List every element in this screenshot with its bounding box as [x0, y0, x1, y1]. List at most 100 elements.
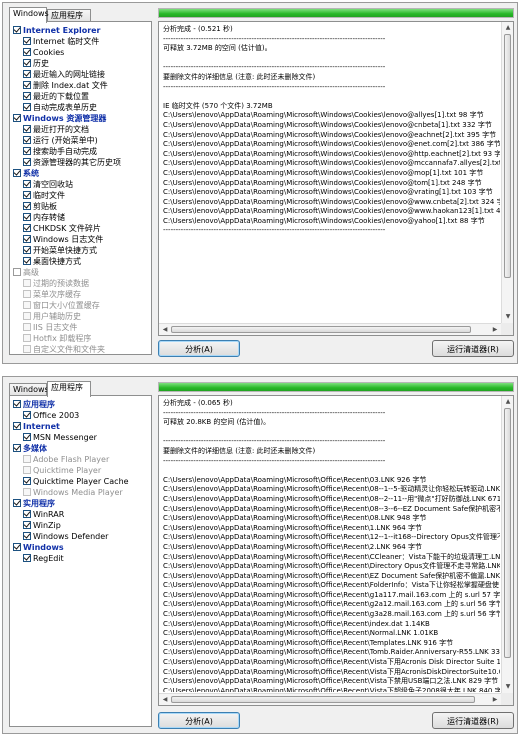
checkbox-checked-icon[interactable] — [23, 433, 31, 441]
scroll-left-icon[interactable]: ◀ — [160, 695, 170, 705]
analyze-button[interactable]: 分析(A) — [158, 712, 240, 729]
checkbox-checked-icon[interactable] — [23, 37, 31, 45]
tab-applications[interactable]: 应用程序 — [47, 381, 91, 397]
tree-option[interactable]: MSN Messenger — [23, 432, 97, 443]
tree-option[interactable]: 内存转储 — [23, 212, 65, 223]
tree-option[interactable]: 桌面快捷方式 — [23, 256, 81, 267]
checkbox-empty-icon[interactable] — [23, 323, 31, 331]
checkbox-checked-icon[interactable] — [23, 81, 31, 89]
scroll-right-icon[interactable]: ▶ — [490, 325, 500, 335]
tree-option[interactable]: 清空回收站 — [23, 179, 73, 190]
tree-option[interactable]: Cookies — [23, 47, 64, 58]
checkbox-checked-icon[interactable] — [23, 521, 31, 529]
analysis-results-pane[interactable]: 分析完成 - (0.521 秒) ------------------------… — [158, 21, 514, 336]
tree-option[interactable]: Quicktime Player Cache — [23, 476, 129, 487]
checkbox-checked-icon[interactable] — [13, 543, 21, 551]
vertical-scrollbar[interactable]: ▲ ▼ — [501, 396, 513, 693]
scroll-thumb[interactable] — [504, 34, 511, 278]
checkbox-checked-icon[interactable] — [23, 48, 31, 56]
scroll-thumb[interactable] — [171, 696, 475, 703]
tab-windows[interactable]: Windows — [9, 7, 49, 23]
checkbox-checked-icon[interactable] — [23, 224, 31, 232]
tree-option[interactable]: 菜单次序缓存 — [23, 289, 81, 300]
tree-option[interactable]: 用户辅助历史 — [23, 311, 81, 322]
checkbox-checked-icon[interactable] — [23, 191, 31, 199]
tree-option[interactable]: 最近的下载位置 — [23, 91, 89, 102]
tree-option[interactable]: WinZip — [23, 520, 61, 531]
tree-category[interactable]: 多媒体 — [13, 443, 47, 454]
horizontal-scrollbar[interactable]: ◀ ▶ — [159, 323, 501, 335]
tree-option[interactable]: IIS 日志文件 — [23, 322, 77, 333]
tree-option[interactable]: 剪贴板 — [23, 201, 57, 212]
scroll-up-icon[interactable]: ▲ — [503, 23, 513, 33]
run-cleaner-button[interactable]: 运行清道器(R) — [432, 340, 514, 357]
checkbox-checked-icon[interactable] — [23, 59, 31, 67]
scroll-right-icon[interactable]: ▶ — [490, 695, 500, 705]
tree-option[interactable]: Office 2003 — [23, 410, 79, 421]
checkbox-checked-icon[interactable] — [23, 70, 31, 78]
tree-category[interactable]: 高级 — [13, 267, 39, 278]
tree-option[interactable]: 自定义文件和文件夹 — [23, 344, 105, 354]
checkbox-checked-icon[interactable] — [23, 103, 31, 111]
checkbox-empty-icon[interactable] — [23, 334, 31, 342]
tree-category[interactable]: Windows 资源管理器 — [13, 113, 106, 124]
checkbox-checked-icon[interactable] — [23, 411, 31, 419]
tree-category[interactable]: Internet Explorer — [13, 25, 101, 36]
scroll-down-icon[interactable]: ▼ — [503, 682, 513, 692]
scroll-left-icon[interactable]: ◀ — [160, 325, 170, 335]
checkbox-checked-icon[interactable] — [23, 147, 31, 155]
tree-option[interactable]: 历史 — [23, 58, 49, 69]
checkbox-empty-icon[interactable] — [23, 301, 31, 309]
tree-option[interactable]: Windows Media Player — [23, 487, 123, 498]
checkbox-checked-icon[interactable] — [23, 202, 31, 210]
checkbox-checked-icon[interactable] — [23, 554, 31, 562]
tree-option[interactable]: Windows Defender — [23, 531, 108, 542]
checkbox-checked-icon[interactable] — [23, 246, 31, 254]
tree-option[interactable]: RegEdit — [23, 553, 64, 564]
tree-option[interactable]: 临时文件 — [23, 190, 65, 201]
tree-category[interactable]: 应用程序 — [13, 399, 55, 410]
tree-option[interactable]: 运行 (开始菜单中) — [23, 135, 98, 146]
tree-category[interactable]: Internet — [13, 421, 60, 432]
tree-option[interactable]: Quicktime Player — [23, 465, 101, 476]
scroll-thumb[interactable] — [504, 408, 511, 658]
checkbox-checked-icon[interactable] — [23, 235, 31, 243]
checkbox-checked-icon[interactable] — [23, 136, 31, 144]
tree-option[interactable]: Hotfix 卸载程序 — [23, 333, 91, 344]
checkbox-empty-icon[interactable] — [23, 466, 31, 474]
checkbox-checked-icon[interactable] — [13, 444, 21, 452]
tree-category[interactable]: 系统 — [13, 168, 39, 179]
tree-option[interactable]: 开始菜单快捷方式 — [23, 245, 97, 256]
checkbox-empty-icon[interactable] — [13, 268, 21, 276]
checkbox-checked-icon[interactable] — [13, 169, 21, 177]
analysis-results-pane[interactable]: 分析完成 - (0.065 秒) ------------------------… — [158, 395, 514, 706]
checkbox-checked-icon[interactable] — [23, 158, 31, 166]
scroll-down-icon[interactable]: ▼ — [503, 312, 513, 322]
horizontal-scrollbar[interactable]: ◀ ▶ — [159, 693, 501, 705]
scroll-up-icon[interactable]: ▲ — [503, 397, 513, 407]
tree-option[interactable]: CHKDSK 文件碎片 — [23, 223, 101, 234]
tree-category[interactable]: Windows — [13, 542, 64, 553]
tree-option[interactable]: 最近打开的文档 — [23, 124, 89, 135]
tree-option[interactable]: Windows 日志文件 — [23, 234, 103, 245]
analyze-button[interactable]: 分析(A) — [158, 340, 240, 357]
tree-option[interactable]: Internet 临时文件 — [23, 36, 99, 47]
tree-option[interactable]: 删除 Index.dat 文件 — [23, 80, 108, 91]
checkbox-checked-icon[interactable] — [13, 26, 21, 34]
checkbox-empty-icon[interactable] — [23, 488, 31, 496]
tree-option[interactable]: 自动完成表单历史 — [23, 102, 97, 113]
checkbox-empty-icon[interactable] — [23, 279, 31, 287]
checkbox-checked-icon[interactable] — [23, 125, 31, 133]
tree-option[interactable]: 过期的预读数据 — [23, 278, 89, 289]
checkbox-empty-icon[interactable] — [23, 290, 31, 298]
checkbox-empty-icon[interactable] — [23, 345, 31, 353]
run-cleaner-button[interactable]: 运行清道器(R) — [432, 712, 514, 729]
checkbox-checked-icon[interactable] — [13, 422, 21, 430]
tree-category[interactable]: 实用程序 — [13, 498, 55, 509]
checkbox-checked-icon[interactable] — [23, 180, 31, 188]
tree-option[interactable]: 资源管理器的其它历史项 — [23, 157, 121, 168]
checkbox-checked-icon[interactable] — [23, 510, 31, 518]
checkbox-empty-icon[interactable] — [23, 312, 31, 320]
vertical-scrollbar[interactable]: ▲ ▼ — [501, 22, 513, 323]
scroll-thumb[interactable] — [171, 326, 471, 333]
